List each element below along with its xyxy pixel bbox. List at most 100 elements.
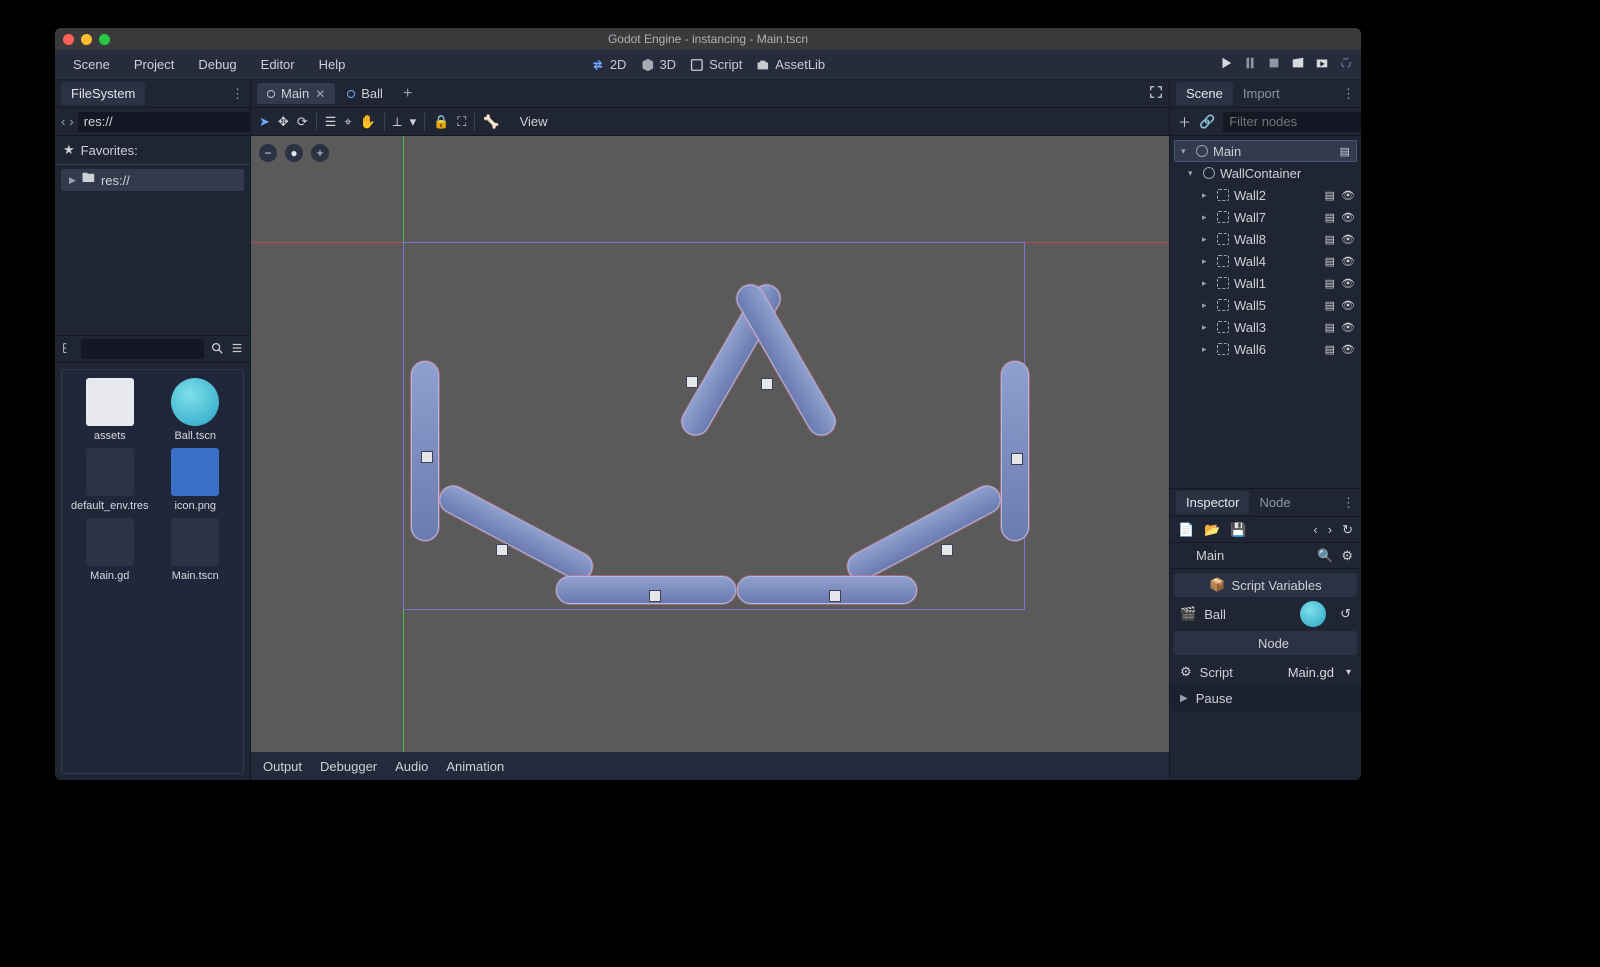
history-back-button[interactable]: ‹ — [1313, 522, 1317, 537]
zoom-out-button[interactable]: − — [259, 144, 277, 162]
ball-thumbnail[interactable] — [1300, 601, 1326, 627]
dock-menu-icon[interactable]: ⋮ — [1342, 495, 1355, 511]
visibility-icon[interactable]: 👁 — [1341, 277, 1355, 290]
rotate-tool[interactable]: ⟳ — [297, 114, 308, 130]
wall-node[interactable] — [737, 576, 917, 604]
scene-tab-ball[interactable]: Ball — [337, 83, 393, 104]
group-button[interactable]: ⛶ — [457, 114, 466, 130]
close-tab-button[interactable]: ✕ — [315, 87, 325, 101]
tree-root-row[interactable]: ▶ 🖿 res:// — [61, 169, 244, 191]
workspace-script[interactable]: Script — [690, 57, 742, 72]
instance-indicator-icon[interactable]: ▤ — [1325, 233, 1335, 246]
history-forward-button[interactable]: › — [1328, 522, 1332, 537]
file-item[interactable]: icon.png — [156, 448, 236, 512]
instance-indicator-icon[interactable]: ▤ — [1325, 299, 1335, 312]
instance-indicator-icon[interactable]: ▤ — [1325, 343, 1335, 356]
inspector-section-scriptvars[interactable]: 📦 Script Variables — [1174, 573, 1357, 597]
visibility-icon[interactable]: 👁 — [1341, 343, 1355, 356]
file-item[interactable]: Main.gd — [70, 518, 150, 582]
filter-icon[interactable]: ⚙ — [1341, 548, 1353, 564]
tree-node-main[interactable]: ▾ Main ▤ — [1174, 140, 1357, 162]
file-item[interactable]: Main.tscn — [156, 518, 236, 582]
dropdown-icon[interactable]: ▾ — [1346, 667, 1351, 678]
file-item[interactable]: default_env.tres — [70, 448, 150, 512]
bone-tool[interactable]: 🦴 — [483, 114, 499, 130]
bottom-tab-animation[interactable]: Animation — [446, 759, 504, 774]
scene-dock-tab[interactable]: Scene — [1176, 82, 1233, 105]
nav-back-button[interactable]: ‹ — [61, 114, 65, 129]
workspace-3d[interactable]: 3D — [640, 57, 676, 72]
instance-indicator-icon[interactable]: ▤ — [1325, 277, 1335, 290]
tree-mode-button[interactable] — [61, 341, 75, 358]
workspace-assetlib[interactable]: AssetLib — [756, 57, 825, 72]
zoom-reset-button[interactable]: ● — [285, 144, 303, 162]
play-scene-button[interactable] — [1291, 56, 1305, 73]
search-icon[interactable] — [210, 341, 224, 358]
list-mode-button[interactable] — [230, 341, 244, 358]
filesystem-search[interactable] — [81, 339, 204, 359]
visibility-icon[interactable]: 👁 — [1341, 299, 1355, 312]
file-item[interactable]: Ball.tscn — [156, 378, 236, 442]
inspector-prop-pause[interactable]: ▶ Pause — [1170, 685, 1361, 711]
instance-indicator-icon[interactable]: ▤ — [1325, 321, 1335, 334]
visibility-icon[interactable]: 👁 — [1341, 233, 1355, 246]
view-menu[interactable]: View — [520, 114, 548, 129]
list-select-tool[interactable]: ☰ — [325, 114, 337, 130]
file-item[interactable]: assets — [70, 378, 150, 442]
search-icon[interactable]: 🔍 — [1317, 548, 1333, 564]
tree-node-wall[interactable]: ▸Wall6▤👁 — [1170, 338, 1361, 360]
dock-menu-icon[interactable]: ⋮ — [231, 86, 244, 102]
select-tool[interactable]: ➤ — [259, 114, 270, 130]
instance-indicator-icon[interactable]: ▤ — [1325, 211, 1335, 224]
play-button[interactable] — [1219, 56, 1233, 73]
add-node-button[interactable]: ＋ — [1178, 112, 1191, 131]
wall-node[interactable] — [556, 576, 736, 604]
window-maximize-button[interactable] — [99, 34, 110, 45]
window-close-button[interactable] — [63, 34, 74, 45]
scene-tab-main[interactable]: Main ✕ — [257, 83, 335, 104]
pause-button[interactable] — [1243, 56, 1257, 73]
tree-node-wall[interactable]: ▸Wall3▤👁 — [1170, 316, 1361, 338]
stop-button[interactable] — [1267, 56, 1281, 73]
load-resource-button[interactable]: 📂 — [1204, 522, 1220, 538]
prop-value[interactable]: Main.gd — [1288, 665, 1334, 680]
tree-node-wall[interactable]: ▸Wall4▤👁 — [1170, 250, 1361, 272]
visibility-icon[interactable]: 👁 — [1341, 255, 1355, 268]
tree-node-wall[interactable]: ▸Wall2▤👁 — [1170, 184, 1361, 206]
bottom-tab-debugger[interactable]: Debugger — [320, 759, 377, 774]
workspace-2d[interactable]: 2D — [591, 57, 627, 72]
viewport-2d[interactable]: − ● + — [251, 136, 1169, 752]
new-scene-button[interactable]: + — [395, 85, 420, 103]
menu-help[interactable]: Help — [309, 53, 356, 76]
pivot-tool[interactable]: ⌖ — [344, 114, 351, 130]
chevron-right-icon[interactable]: ▶ — [1180, 693, 1188, 704]
visibility-icon[interactable]: 👁 — [1341, 189, 1355, 202]
tree-node-wall[interactable]: ▸Wall5▤👁 — [1170, 294, 1361, 316]
inspector-tab[interactable]: Inspector — [1176, 491, 1249, 514]
move-tool[interactable]: ✥ — [278, 114, 289, 130]
instance-indicator-icon[interactable]: ▤ — [1325, 189, 1335, 202]
menu-project[interactable]: Project — [124, 53, 184, 76]
filter-nodes-input[interactable] — [1223, 112, 1361, 132]
chevron-down-icon[interactable]: ▾ — [1181, 146, 1191, 157]
chevron-right-icon[interactable]: ▸ — [1202, 234, 1212, 245]
node-tab[interactable]: Node — [1249, 491, 1300, 514]
window-minimize-button[interactable] — [81, 34, 92, 45]
bottom-tab-audio[interactable]: Audio — [395, 759, 428, 774]
distraction-free-button[interactable] — [1149, 85, 1163, 102]
visibility-icon[interactable]: 👁 — [1341, 211, 1355, 224]
nav-forward-button[interactable]: › — [69, 114, 73, 129]
inspector-prop-ball[interactable]: 🎬 Ball ↺ — [1170, 601, 1361, 627]
visibility-icon[interactable]: 👁 — [1341, 321, 1355, 334]
history-menu-button[interactable]: ↻ — [1342, 522, 1353, 538]
snap-options[interactable]: ▾ — [410, 114, 417, 130]
menu-debug[interactable]: Debug — [188, 53, 246, 76]
wall-node[interactable] — [1001, 361, 1029, 541]
import-dock-tab[interactable]: Import — [1233, 82, 1290, 105]
chevron-right-icon[interactable]: ▸ — [1202, 256, 1212, 267]
dock-menu-icon[interactable]: ⋮ — [1342, 86, 1355, 102]
tree-node-wall[interactable]: ▸Wall7▤👁 — [1170, 206, 1361, 228]
chevron-down-icon[interactable]: ▾ — [1188, 168, 1198, 179]
bottom-tab-output[interactable]: Output — [263, 759, 302, 774]
tree-node-wall[interactable]: ▸Wall8▤👁 — [1170, 228, 1361, 250]
